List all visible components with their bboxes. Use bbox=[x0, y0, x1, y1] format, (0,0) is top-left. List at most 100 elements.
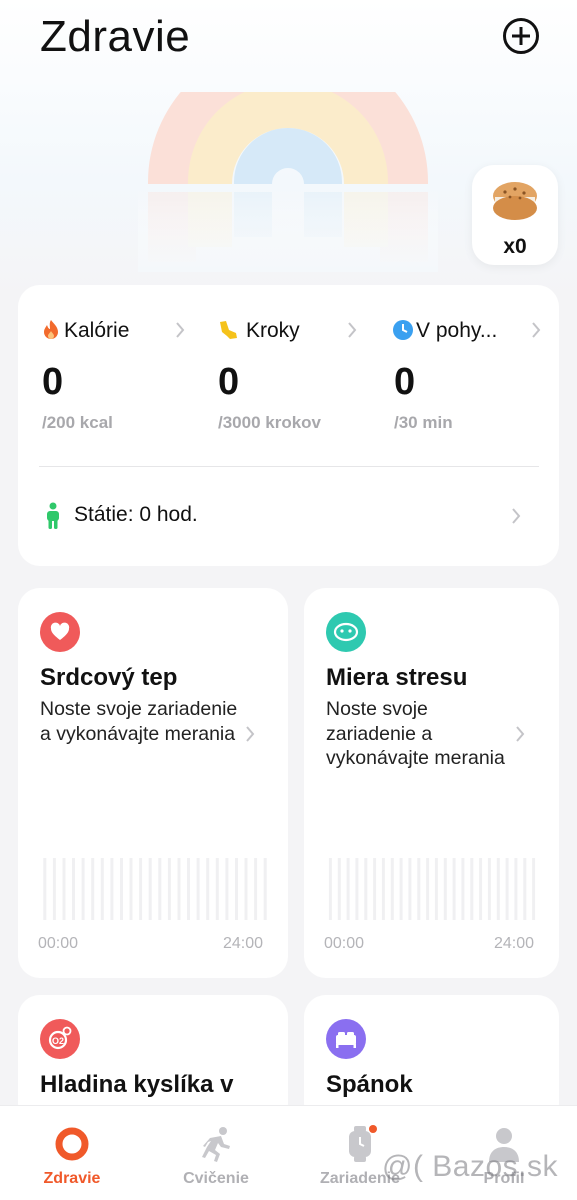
chart-bar bbox=[381, 858, 385, 920]
chart-bar bbox=[514, 858, 518, 920]
chart-bar bbox=[62, 858, 66, 920]
time-end: 24:00 bbox=[223, 935, 264, 952]
chart-bar bbox=[487, 858, 491, 920]
chart-bar bbox=[206, 858, 210, 920]
metric-label: Kroky bbox=[246, 319, 300, 342]
chart-bar bbox=[452, 858, 456, 920]
chart-bar bbox=[263, 858, 267, 920]
metric-goal: /200 kcal bbox=[42, 413, 113, 432]
chart-bar bbox=[158, 858, 162, 920]
running-icon bbox=[202, 1127, 230, 1162]
chart-bar bbox=[244, 858, 248, 920]
chart-bar bbox=[225, 858, 229, 920]
chart-bar bbox=[235, 858, 238, 920]
metric-value: 0 bbox=[42, 361, 64, 403]
activity-rings bbox=[138, 92, 438, 272]
standing-label: Státie: 0 hod. bbox=[74, 503, 198, 526]
flame-icon bbox=[44, 320, 58, 339]
heart-rate-card[interactable]: Srdcový tep Noste svoje zariadenie a vyk… bbox=[18, 588, 288, 978]
chart-bar bbox=[532, 858, 536, 920]
chart-bar bbox=[364, 858, 368, 920]
watch-icon bbox=[349, 1125, 377, 1162]
chart-bar bbox=[479, 858, 483, 920]
chart-bar bbox=[43, 858, 47, 920]
chevron-right-icon bbox=[516, 726, 525, 742]
chevron-right-icon bbox=[176, 322, 185, 338]
chart-bar bbox=[196, 858, 200, 920]
chart-bar bbox=[426, 858, 430, 920]
chart-bar bbox=[408, 858, 412, 920]
chart-bar bbox=[346, 858, 350, 920]
card-title: Spánok bbox=[326, 1071, 413, 1098]
card-title: Hladina kyslíka v bbox=[40, 1071, 234, 1098]
heart-rate-chart-placeholder bbox=[43, 858, 267, 920]
chart-bar bbox=[461, 858, 465, 920]
svg-text:O2: O2 bbox=[52, 1036, 64, 1046]
chevron-right-icon bbox=[512, 508, 521, 524]
chart-bar bbox=[355, 858, 359, 920]
chart-bar bbox=[52, 858, 56, 920]
nav-label: Zdravie bbox=[43, 1170, 101, 1187]
chart-bar bbox=[443, 858, 447, 920]
metric-value: 0 bbox=[218, 361, 240, 403]
face-icon bbox=[326, 612, 366, 652]
chart-bar bbox=[81, 858, 85, 920]
card-description: Noste svoje zariadenie a vykonávajte mer… bbox=[326, 698, 505, 769]
chart-bar bbox=[470, 858, 474, 920]
metric-goal: /3000 krokov bbox=[218, 413, 322, 432]
shoe-icon bbox=[220, 321, 237, 339]
chart-bar bbox=[148, 858, 152, 920]
chart-bar bbox=[523, 858, 527, 920]
metric-label: Kalórie bbox=[64, 319, 130, 342]
chart-bar bbox=[417, 858, 421, 920]
chevron-right-icon bbox=[348, 322, 357, 338]
card-title: Srdcový tep bbox=[40, 664, 178, 691]
chart-bar bbox=[215, 858, 219, 920]
chart-bar bbox=[100, 858, 104, 920]
chart-bar bbox=[254, 858, 258, 920]
chevron-right-icon bbox=[532, 322, 541, 338]
bed-icon bbox=[326, 1019, 366, 1059]
chart-bar bbox=[373, 858, 377, 920]
chart-bar bbox=[328, 858, 332, 920]
chart-bar bbox=[187, 858, 190, 920]
rewards-card[interactable]: x0 bbox=[472, 165, 558, 265]
chevron-right-icon bbox=[246, 726, 255, 742]
divider bbox=[39, 466, 539, 467]
chart-bar bbox=[72, 858, 75, 920]
chart-bar bbox=[390, 858, 394, 920]
heart-icon bbox=[40, 612, 80, 652]
ring-icon bbox=[55, 1127, 89, 1161]
activity-summary-card: Kalórie 0 /200 kcal Kroky 0 /3000 krokov… bbox=[18, 285, 559, 566]
page-title: Zdravie bbox=[40, 12, 191, 61]
chart-bar bbox=[496, 858, 500, 920]
cookie-icon bbox=[493, 182, 537, 220]
chart-bar bbox=[177, 858, 181, 920]
nav-item-exercise[interactable]: Cvičenie bbox=[144, 1106, 288, 1200]
chart-bar bbox=[129, 858, 133, 920]
standing-row[interactable]: Státie: 0 hod. bbox=[44, 500, 534, 532]
chart-bar bbox=[399, 858, 403, 920]
chart-bar bbox=[167, 858, 171, 920]
nav-item-health[interactable]: Zdravie bbox=[0, 1106, 144, 1200]
add-button[interactable] bbox=[503, 18, 539, 54]
time-end: 24:00 bbox=[494, 935, 535, 952]
metric-label: V pohy... bbox=[416, 319, 498, 342]
card-description: Noste svoje zariadenie a vykonávajte mer… bbox=[40, 698, 238, 745]
metric-goal: /30 min bbox=[394, 413, 453, 432]
nav-label: Cvičenie bbox=[183, 1170, 249, 1187]
watermark-text: @( Bazos.sk bbox=[382, 1150, 558, 1183]
chart-bar bbox=[120, 858, 123, 920]
person-icon bbox=[47, 502, 59, 529]
chart-bar bbox=[139, 858, 143, 920]
chart-bar bbox=[434, 858, 438, 920]
rewards-count: x0 bbox=[503, 235, 527, 258]
clock-icon bbox=[393, 320, 413, 340]
oxygen-icon: O2 bbox=[40, 1019, 80, 1059]
stress-card[interactable]: Miera stresu Noste svoje zariadenie a vy… bbox=[304, 588, 559, 978]
chart-bar bbox=[110, 858, 114, 920]
card-title: Miera stresu bbox=[326, 664, 468, 691]
chart-bar bbox=[337, 858, 341, 920]
stress-chart-placeholder bbox=[328, 858, 536, 920]
time-start: 00:00 bbox=[38, 935, 79, 952]
